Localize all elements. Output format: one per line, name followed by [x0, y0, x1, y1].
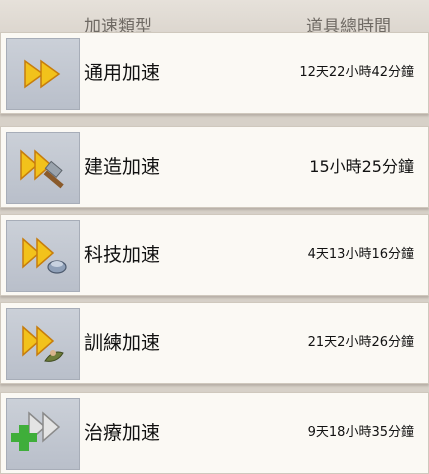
row-total-time: 15小時25分鐘	[309, 157, 414, 176]
row-label: 治療加速	[84, 422, 161, 444]
row-label: 建造加速	[84, 156, 161, 178]
row-total-time: 12天22小時42分鐘	[299, 65, 414, 80]
training-speedup-icon	[6, 308, 80, 380]
healing-speedup-icon	[6, 398, 80, 470]
hammer-speedup-icon	[6, 132, 80, 204]
row-total-time: 9天18小時35分鐘	[307, 425, 414, 440]
row-total-time: 4天13小時16分鐘	[307, 247, 414, 262]
speedup-row-healing[interactable]: 治療加速 9天18小時35分鐘	[0, 392, 429, 474]
speedup-row-training[interactable]: 訓練加速 21天2小時26分鐘	[0, 302, 429, 384]
row-total-time: 21天2小時26分鐘	[307, 335, 414, 350]
speedup-row-general[interactable]: 通用加速 12天22小時42分鐘	[0, 32, 429, 114]
row-label: 通用加速	[84, 62, 161, 84]
double-arrow-icon	[6, 38, 80, 110]
speedup-row-research[interactable]: 科技加速 4天13小時16分鐘	[0, 214, 429, 296]
speedup-row-building[interactable]: 建造加速 15小時25分鐘	[0, 126, 429, 208]
row-label: 訓練加速	[84, 332, 161, 354]
row-label: 科技加速	[84, 244, 161, 266]
research-speedup-icon	[6, 220, 80, 292]
